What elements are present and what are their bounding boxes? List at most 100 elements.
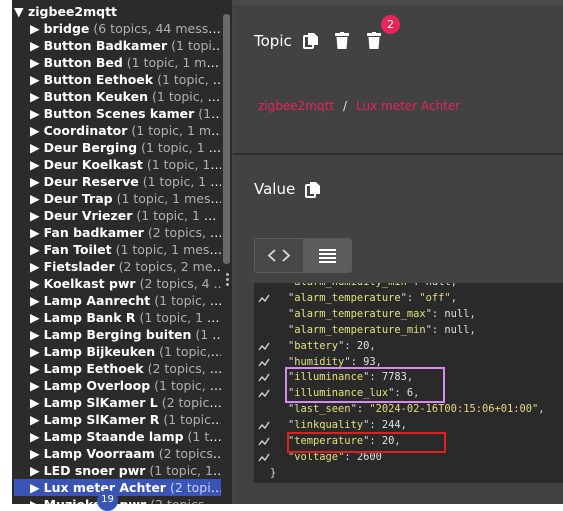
tree-item[interactable]: ▶ LED snoer pwr (1 topic, 1 ...	[14, 462, 226, 479]
tree-item[interactable]: ▶ Lamp Voorraam (2 topics, ...	[14, 445, 226, 462]
tree-item-meta: (2 topics, 5...	[147, 225, 226, 240]
tree-item-meta: (1 topic, 1 m...	[139, 310, 226, 325]
chart-icon[interactable]	[258, 420, 270, 430]
json-key: illuminance_lux	[294, 387, 389, 400]
tree-item[interactable]: ▶ Lamp Overloop (1 topic, 1 ...	[14, 377, 226, 394]
json-line: "illuminance_lux": 6,	[254, 385, 563, 401]
expand-triangle-icon: ▶	[30, 140, 40, 155]
tree-root-zigbee2mqtt[interactable]: ▼ zigbee2mqtt	[14, 3, 226, 20]
formatted-view-button[interactable]	[303, 239, 351, 272]
json-closing-brace: }	[270, 466, 277, 479]
tree-item[interactable]: ▶ Fan Toilet (1 topic, 1 mess...	[14, 241, 226, 258]
expand-triangle-icon: ▶	[30, 293, 40, 308]
tree-item-meta: (1 topic, 1 m...	[142, 174, 226, 189]
json-key: linkquality	[294, 419, 364, 432]
expand-triangle-icon: ▶	[30, 38, 40, 53]
tree-item[interactable]: ▶ Lamp SlKamer L (2 topics, ...	[14, 394, 226, 411]
tree-item-name: Lamp Overloop	[43, 378, 151, 393]
expand-triangle-icon: ▶	[30, 174, 40, 189]
copy-topic-icon[interactable]	[303, 32, 319, 50]
tree-item[interactable]: ▶ Fan badkamer (2 topics, 5...	[14, 224, 226, 241]
expand-triangle-icon: ▶	[30, 276, 40, 291]
chart-icon[interactable]	[258, 436, 270, 446]
tree-item-name: Fietslader	[43, 259, 115, 274]
json-key: alarm_temperature	[294, 291, 401, 304]
json-value: null	[444, 307, 470, 320]
tree-item[interactable]: ▶ Coordinator (1 topic, 1 me...	[14, 122, 226, 139]
tree-item-name: Lamp Berging buiten	[43, 327, 192, 342]
tree-item[interactable]: ▶ Lamp Aanrecht (1 topic, 1 ...	[14, 292, 226, 309]
json-value: 2600	[356, 450, 382, 463]
tree-item-name: Deur Reserve	[43, 174, 139, 189]
json-line: "last_seen": "2024-02-16T00:15:06+01:00"…	[288, 403, 545, 416]
breadcrumb: zigbee2mqtt / Lux meter Achter	[258, 99, 460, 113]
json-line: "illuminance": 7783,	[254, 369, 563, 385]
expand-triangle-icon: ▶	[30, 480, 40, 495]
json-key: alarm_humidity_min	[294, 283, 407, 288]
tree-item[interactable]: ▶ Lamp Berging buiten (1 t...	[14, 326, 226, 343]
tree-item[interactable]: ▶ Lamp Staande lamp (1 top...	[14, 428, 226, 445]
tree-item[interactable]: ▶ Fietslader (2 topics, 2 mess...	[14, 258, 226, 275]
topic-card: Topic 2 zigbee2mqtt / Lux meter Achter	[233, 5, 563, 153]
tree-item[interactable]: ▶ Deur Reserve (1 topic, 1 m...	[14, 173, 226, 190]
breadcrumb-root[interactable]: zigbee2mqtt	[258, 99, 334, 113]
tree-item[interactable]: ▶ Deur Vriezer (1 topic, 1 m...	[14, 207, 226, 224]
tree-item[interactable]: ▶ Muziekset pwr (2 topics, 3...	[14, 496, 226, 504]
tree-item[interactable]: ▶ Lamp Bank R (1 topic, 1 m...	[14, 309, 226, 326]
history-count-badge: 19	[97, 490, 118, 511]
chart-icon[interactable]	[258, 357, 270, 367]
tree-item-name: Lamp SlKamer R	[43, 412, 160, 427]
chart-icon[interactable]	[258, 452, 270, 462]
copy-value-icon[interactable]	[305, 181, 321, 199]
tree-item-meta: (2 topics, 3...	[150, 497, 226, 504]
left-edge-strip	[0, 0, 12, 504]
details-panel: Topic 2 zigbee2mqtt / Lux meter Achter Val…	[233, 0, 563, 504]
tree-item[interactable]: ▶ bridge (6 topics, 44 messa...	[14, 20, 226, 37]
chart-icon[interactable]	[258, 293, 270, 303]
delete-topic-icon[interactable]	[334, 32, 350, 50]
tree-item[interactable]: ▶ Button Bed (1 topic, 1 me...	[14, 54, 226, 71]
tree-scrollbar-thumb[interactable]	[223, 14, 230, 264]
expand-triangle-icon: ▶	[30, 446, 40, 461]
tree-item[interactable]: ▶ Lamp Bijkeuken (1 topic, 1 ...	[14, 343, 226, 360]
tree-item[interactable]: ▶ Deur Trap (1 topic, 1 mess...	[14, 190, 226, 207]
delete-recursive-icon[interactable]	[366, 32, 382, 50]
panel-resize-handle[interactable]	[226, 273, 229, 293]
chart-icon[interactable]	[258, 372, 270, 382]
tree-item[interactable]: ▶ Button Badkamer (1 topic, 1 ...	[14, 37, 226, 54]
tree-item-meta: (1 topic, 1 ...	[159, 344, 226, 359]
tree-item-meta: (1 topic, 1 me...	[131, 123, 226, 138]
tree-item[interactable]: ▶ Lamp SlKamer R (1 topic, 1...	[14, 411, 226, 428]
json-value: null	[426, 283, 451, 288]
json-value: null	[444, 323, 470, 336]
expand-triangle-icon: ▶	[30, 55, 40, 70]
json-line: "battery": 20,	[254, 338, 563, 354]
json-value: "off"	[419, 291, 451, 304]
tree-item[interactable]: ▶ Deur Berging (1 topic, 1 m...	[14, 139, 226, 156]
tree-item[interactable]: ▶ Button Scenes kamer (1 to...	[14, 105, 226, 122]
json-value: 93	[363, 355, 376, 368]
tree-item-meta: (6 topics, 44 messa...	[93, 21, 226, 36]
json-value: 20	[381, 435, 395, 447]
json-line: "alarm_temperature": "off",	[254, 290, 563, 306]
breadcrumb-current[interactable]: Lux meter Achter	[356, 99, 460, 113]
tree-item-name: Button Keuken	[43, 89, 149, 104]
tree-item[interactable]: ▶ Deur Koelkast (1 topic, 1 ...	[14, 156, 226, 173]
tree-item[interactable]: ▶ Button Keuken (1 topic, 1 ...	[14, 88, 226, 105]
json-key: voltage	[294, 450, 339, 463]
chart-icon[interactable]	[258, 388, 270, 398]
tree-item-meta: (1 topic, 1 mess...	[115, 242, 226, 257]
tree-item[interactable]: ▶ Lamp Eethoek (2 topics, 2...	[14, 360, 226, 377]
tree-item[interactable]: ▶ Button Eethoek (1 topic, 1...	[14, 71, 226, 88]
json-line: "alarm_temperature_max": null,	[288, 307, 476, 320]
tree-item-name: Coordinator	[43, 123, 128, 138]
tree-item[interactable]: ▶ Lux meter Achter (2 topic...	[14, 479, 226, 496]
chart-icon[interactable]	[258, 341, 270, 351]
tree-item-name: Button Scenes kamer	[43, 106, 195, 121]
expand-triangle-icon: ▶	[30, 344, 40, 359]
raw-view-button[interactable]	[255, 239, 304, 272]
json-key: last_seen	[294, 403, 351, 416]
tree-item[interactable]: ▶ Koelkast pwr (2 topics, 4 ...	[14, 275, 226, 292]
code-icon	[267, 249, 291, 262]
tree-item-meta: (1 topic, 1 ...	[149, 463, 226, 478]
